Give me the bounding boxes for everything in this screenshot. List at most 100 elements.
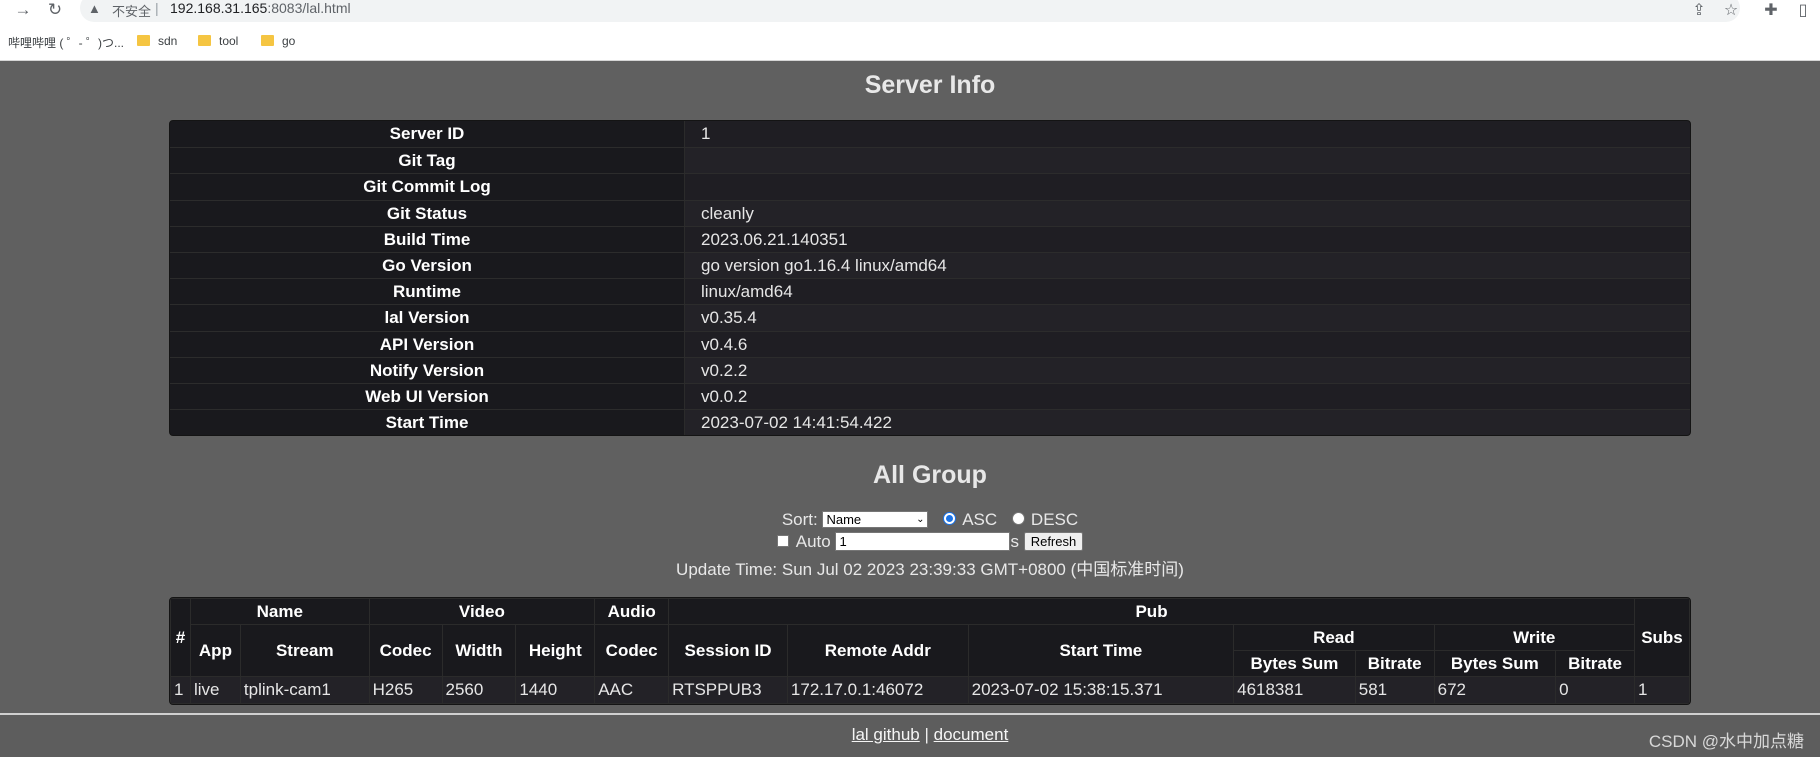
info-value: 2023.06.21.140351: [685, 226, 1690, 252]
info-value: cleanly: [685, 200, 1690, 226]
bookmark-folder-tool[interactable]: tool: [198, 34, 238, 48]
url-separator: |: [155, 0, 159, 16]
cell-write-bytes-sum: 672: [1433, 676, 1557, 704]
info-value: go version go1.16.4 linux/amd64: [685, 252, 1690, 279]
folder-icon: [261, 35, 274, 46]
chevron-down-icon: ⌄: [916, 514, 925, 525]
info-row-api-version: API Version v0.4.6: [170, 330, 1690, 357]
col-header-name: Name: [189, 598, 370, 625]
col-header-pub: Pub: [668, 598, 1635, 625]
folder-icon: [198, 35, 211, 46]
col-header-start-time: Start Time: [967, 624, 1235, 677]
col-header-video: Video: [368, 598, 596, 625]
lal-github-link[interactable]: lal github: [852, 725, 920, 744]
url-path: :8083/lal.html: [267, 0, 351, 16]
info-key: Web UI Version: [170, 383, 685, 410]
col-header-write-bitrate: Bitrate: [1555, 650, 1635, 677]
sidepanel-icon[interactable]: ▯: [1792, 1, 1814, 23]
info-key: API Version: [170, 331, 685, 357]
col-header-read: Read: [1233, 624, 1435, 651]
interval-unit: s: [1010, 532, 1019, 551]
asc-label: ASC: [962, 510, 998, 529]
sort-label: Sort:: [781, 510, 818, 529]
col-header-read-bitrate: Bitrate: [1354, 650, 1435, 677]
document-link[interactable]: document: [934, 725, 1009, 744]
col-header-write: Write: [1433, 624, 1635, 651]
desc-radio[interactable]: [1011, 512, 1025, 525]
info-key: Server ID: [170, 121, 685, 148]
warning-icon: ▲: [88, 1, 101, 16]
info-key: lal Version: [170, 305, 685, 331]
desc-label: DESC: [1030, 510, 1079, 529]
update-time: Update Time: Sun Jul 02 2023 23:39:33 GM…: [676, 560, 1184, 579]
cell-audio-codec: AAC: [594, 676, 670, 704]
col-header-width: Width: [441, 624, 517, 677]
info-key: Notify Version: [170, 357, 685, 383]
address-bar[interactable]: ▲ 不安全 | 192.168.31.165:8083/lal.html: [80, 0, 1740, 22]
all-group-table: # Name Video Audio Pub Subs App Stream C…: [169, 597, 1691, 705]
col-header-app: App: [189, 624, 241, 677]
sort-controls: Sort: Name ⌄ ASC DESC: [0, 510, 1820, 530]
info-value: v0.0.2: [685, 383, 1690, 410]
cell-width: 2560: [441, 676, 517, 704]
auto-checkbox[interactable]: [776, 535, 789, 547]
col-header-write-bytes-sum: Bytes Sum: [1433, 650, 1557, 677]
footer: lal github | document CSDN @水中加点糖: [0, 713, 1820, 757]
col-header-subs: Subs: [1633, 598, 1690, 677]
info-row-go-version: Go Version go version go1.16.4 linux/amd6…: [170, 251, 1690, 279]
bookmark-folder-go[interactable]: go: [261, 34, 295, 48]
sort-select[interactable]: Name ⌄: [822, 511, 929, 528]
info-key: Git Status: [170, 200, 685, 226]
bookmark-label: sdn: [158, 34, 178, 48]
all-group-title: All Group: [873, 461, 987, 489]
table-row: 1 live tplink-cam1 H265 2560 1440 AAC RT…: [170, 676, 1690, 704]
bookmark-label: go: [282, 34, 296, 48]
col-header-audio-codec: Codec: [594, 624, 670, 677]
address-row: → ↻ ▲ 不安全 | 192.168.31.165:8083/lal.html…: [0, 0, 1820, 22]
info-row-git-status: Git Status cleanly: [170, 199, 1690, 226]
url-text[interactable]: 192.168.31.165:8083/lal.html: [170, 0, 351, 16]
extensions-icon[interactable]: ✚: [1760, 1, 1782, 23]
col-header-read-bytes-sum: Bytes Sum: [1233, 650, 1356, 677]
cell-subs: 1: [1633, 676, 1690, 704]
info-row-git-tag: Git Tag: [170, 147, 1690, 174]
share-icon[interactable]: ⇪: [1688, 1, 1710, 23]
interval-input[interactable]: 1: [835, 532, 1011, 551]
bookmark-bilibili[interactable]: 哔哩哔哩 ( ゜- ゜)つ...: [8, 34, 124, 51]
col-header-num: #: [170, 598, 191, 677]
col-header-remote-addr: Remote Addr: [786, 624, 969, 677]
cell-read-bitrate: 581: [1354, 676, 1435, 704]
info-key: Runtime: [170, 279, 685, 305]
info-row-build-time: Build Time 2023.06.21.140351: [170, 225, 1690, 252]
info-row-web-ui-version: Web UI Version v0.0.2: [170, 382, 1690, 410]
info-value: 2023-07-02 14:41:54.422: [685, 410, 1690, 436]
info-value: v0.35.4: [685, 305, 1690, 331]
col-header-session-id: Session ID: [668, 624, 788, 677]
url-host: 192.168.31.165: [170, 0, 268, 16]
forward-icon[interactable]: →: [12, 0, 34, 22]
info-row-lal-version: lal Version v0.35.4: [170, 304, 1690, 331]
info-value: [685, 148, 1690, 174]
refresh-button[interactable]: Refresh: [1023, 532, 1084, 551]
bookmark-star-icon[interactable]: ☆: [1720, 1, 1742, 23]
security-label: 不安全: [112, 4, 152, 19]
folder-icon: [137, 35, 150, 46]
info-key: Build Time: [170, 226, 685, 252]
server-info-table: Server ID 1 Git Tag Git Commit Log Git St…: [169, 120, 1691, 437]
col-header-video-codec: Codec: [368, 624, 443, 677]
bookmark-folder-sdn[interactable]: sdn: [137, 34, 177, 48]
reload-icon[interactable]: ↻: [44, 0, 66, 22]
cell-session-id: RTSPPUB3: [668, 676, 788, 704]
info-row-start-time: Start Time 2023-07-02 14:41:54.422: [170, 409, 1690, 436]
server-info-title: Server Info: [864, 71, 996, 99]
cell-height: 1440: [515, 676, 596, 704]
bookmark-label: tool: [219, 34, 239, 48]
info-row-git-commit-log: Git Commit Log: [170, 173, 1690, 200]
cell-stream: tplink-cam1: [239, 676, 370, 704]
asc-radio[interactable]: [943, 512, 957, 525]
info-value: linux/amd64: [685, 279, 1690, 305]
cell-app: live: [189, 676, 241, 704]
info-key: Start Time: [170, 410, 685, 436]
col-header-stream: Stream: [239, 624, 370, 677]
info-value: 1: [685, 121, 1690, 148]
